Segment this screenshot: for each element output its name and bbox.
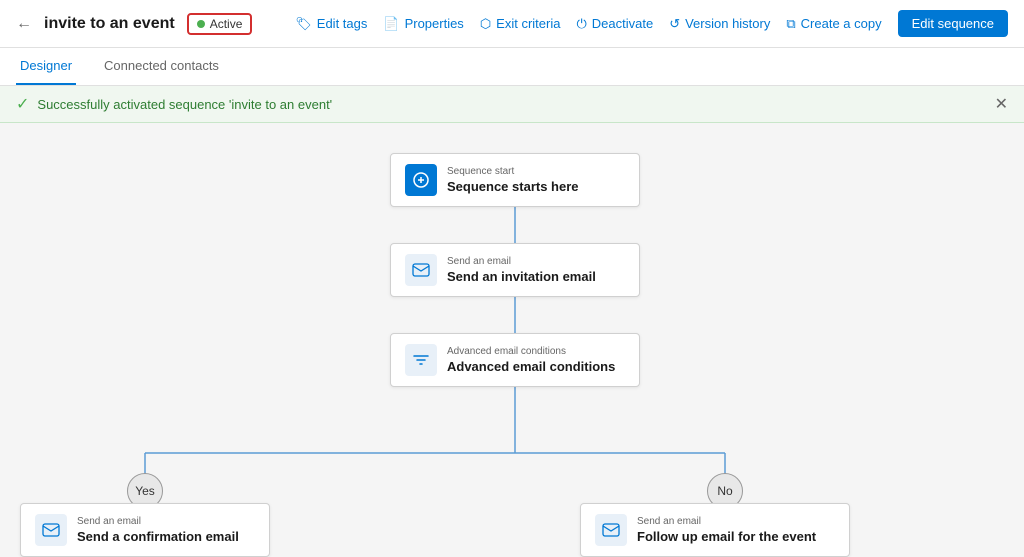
- doc-icon: 📄: [383, 16, 399, 32]
- history-icon: ↺: [669, 16, 680, 32]
- edit-sequence-button[interactable]: Edit sequence: [898, 10, 1008, 37]
- send-confirmation-text: Send an email Send a confirmation email: [77, 516, 239, 544]
- tag-icon: 🏷: [295, 16, 312, 32]
- sequence-start-text: Sequence start Sequence starts here: [447, 166, 579, 194]
- properties-button[interactable]: 📄 Properties: [383, 16, 463, 32]
- power-icon: ⏻: [576, 16, 586, 32]
- deactivate-button[interactable]: ⏻ Deactivate: [576, 16, 653, 32]
- sequence-title: invite to an event: [44, 15, 175, 33]
- sequence-start-node: Sequence start Sequence starts here: [390, 153, 640, 207]
- send-invitation-node: Send an email Send an invitation email: [390, 243, 640, 297]
- success-message: Successfully activated sequence 'invite …: [37, 97, 332, 112]
- back-button[interactable]: ←: [16, 15, 32, 33]
- version-history-button[interactable]: ↺ Version history: [669, 16, 770, 32]
- sequence-start-icon: [405, 164, 437, 196]
- email-icon-2: [35, 514, 67, 546]
- tab-connected-contacts[interactable]: Connected contacts: [100, 48, 223, 85]
- email-icon-1: [405, 254, 437, 286]
- exit-criteria-button[interactable]: ⬡ Exit criteria: [480, 16, 561, 32]
- advanced-conditions-1-text: Advanced email conditions Advanced email…: [447, 346, 615, 374]
- copy-icon: ⧉: [786, 16, 795, 32]
- edit-tags-button[interactable]: 🏷 Edit tags: [295, 16, 367, 32]
- header: ← invite to an event Active 🏷 Edit tags …: [0, 0, 1024, 86]
- send-invitation-text: Send an email Send an invitation email: [447, 256, 596, 284]
- follow-up-text: Send an email Follow up email for the ev…: [637, 516, 816, 544]
- tab-designer[interactable]: Designer: [16, 48, 76, 85]
- advanced-conditions-node-1: Advanced email conditions Advanced email…: [390, 333, 640, 387]
- email-icon-3: [595, 514, 627, 546]
- active-dot-icon: [197, 20, 205, 28]
- close-banner-button[interactable]: ✕: [995, 94, 1008, 114]
- create-copy-button[interactable]: ⧉ Create a copy: [786, 16, 881, 32]
- exit-icon: ⬡: [480, 16, 491, 32]
- flow-diagram: Sequence start Sequence starts here Send…: [0, 143, 1024, 557]
- conditions-icon-1: [405, 344, 437, 376]
- success-banner: ✓ Successfully activated sequence 'invit…: [0, 86, 1024, 123]
- success-check-icon: ✓: [16, 94, 29, 114]
- header-actions: 🏷 Edit tags 📄 Properties ⬡ Exit criteria…: [295, 10, 1008, 37]
- sub-nav: Designer Connected contacts: [0, 48, 1024, 86]
- flow-canvas: Sequence start Sequence starts here Send…: [0, 123, 1024, 557]
- active-badge: Active: [187, 13, 253, 35]
- active-status-text: Active: [210, 17, 243, 31]
